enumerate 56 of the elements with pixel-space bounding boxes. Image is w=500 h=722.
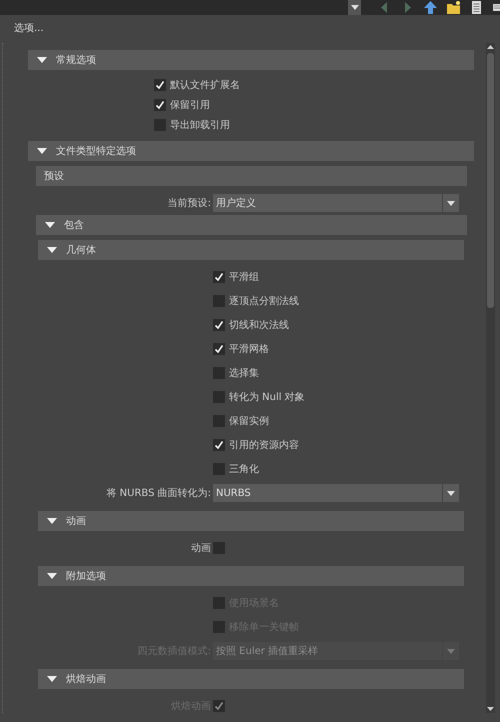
section-header-bar[interactable]: 几何体 (38, 240, 464, 260)
section-title: 常规选项 (56, 54, 96, 67)
dropdown[interactable]: NURBS (213, 484, 459, 502)
caret-icon (447, 648, 455, 654)
dropdown-label: 当前预设: (166, 196, 212, 210)
section-title: 预设 (44, 170, 64, 183)
section-title: 烘焙动画 (66, 672, 106, 686)
scroll-down-icon[interactable] (486, 705, 495, 713)
checkbox-label: 平滑组 (229, 271, 259, 284)
section-header-bar[interactable]: 文件类型特定选项 (28, 141, 474, 161)
checkbox[interactable] (213, 367, 225, 379)
checkbox-label: 平滑网格 (229, 342, 269, 356)
section-header-bar[interactable]: 附加选项 (38, 566, 464, 586)
folder-icon[interactable] (446, 0, 461, 15)
checkbox[interactable] (154, 79, 166, 91)
checkbox-label: 动画 (190, 542, 212, 555)
checkbox-label: 默认文件扩展名 (170, 78, 240, 92)
dropdown-label: 将 NURBS 曲面转化为: (105, 486, 212, 500)
section-title: 附加选项 (66, 570, 106, 583)
caret-icon (447, 200, 455, 206)
section-header-bar[interactable]: 包含 (36, 215, 467, 235)
checkbox[interactable] (213, 271, 225, 283)
checkbox-label: 选择集 (229, 366, 259, 380)
section-title: 文件类型特定选项 (56, 144, 136, 158)
checkbox-label: 引用的资源内容 (229, 438, 299, 452)
checkbox-label: 切线和次法线 (229, 318, 289, 332)
section-header-bar[interactable]: 动画 (38, 511, 464, 531)
checkbox[interactable] (213, 415, 225, 427)
section-header-bar[interactable]: 常规选项 (28, 50, 474, 70)
checkbox[interactable] (213, 319, 225, 331)
checkbox-label: 保留引用 (170, 99, 210, 112)
section-title: 动画 (66, 515, 86, 528)
checkbox-label: 导出卸载引用 (170, 118, 230, 132)
checkbox[interactable] (213, 343, 225, 355)
dropdown[interactable]: 用户定义 (213, 194, 459, 212)
checkbox[interactable] (213, 391, 225, 403)
scroll-up-icon[interactable] (486, 43, 495, 51)
checkbox[interactable] (213, 295, 225, 307)
document-icon[interactable] (469, 0, 484, 15)
up-arrow-icon[interactable] (423, 0, 438, 15)
options-title: 选项... (13, 22, 45, 36)
caret-icon (447, 490, 455, 496)
checkbox[interactable] (213, 439, 225, 451)
section-header-bar[interactable]: 烘焙动画 (38, 669, 464, 689)
checkbox[interactable] (213, 463, 225, 475)
section-title: 包含 (64, 218, 84, 232)
checkbox-label: 保留实例 (229, 414, 269, 428)
dropdown-button[interactable] (348, 0, 361, 15)
checkbox[interactable] (213, 542, 225, 554)
checkbox[interactable] (154, 99, 166, 111)
section-title: 几何体 (66, 244, 96, 257)
checkbox[interactable] (154, 119, 166, 131)
checkbox-label: 逐顶点分割法线 (229, 294, 299, 308)
checkbox-label: 三角化 (229, 463, 259, 476)
caret-icon (350, 5, 358, 10)
checkbox-label: 转化为 Null 对象 (229, 390, 305, 404)
